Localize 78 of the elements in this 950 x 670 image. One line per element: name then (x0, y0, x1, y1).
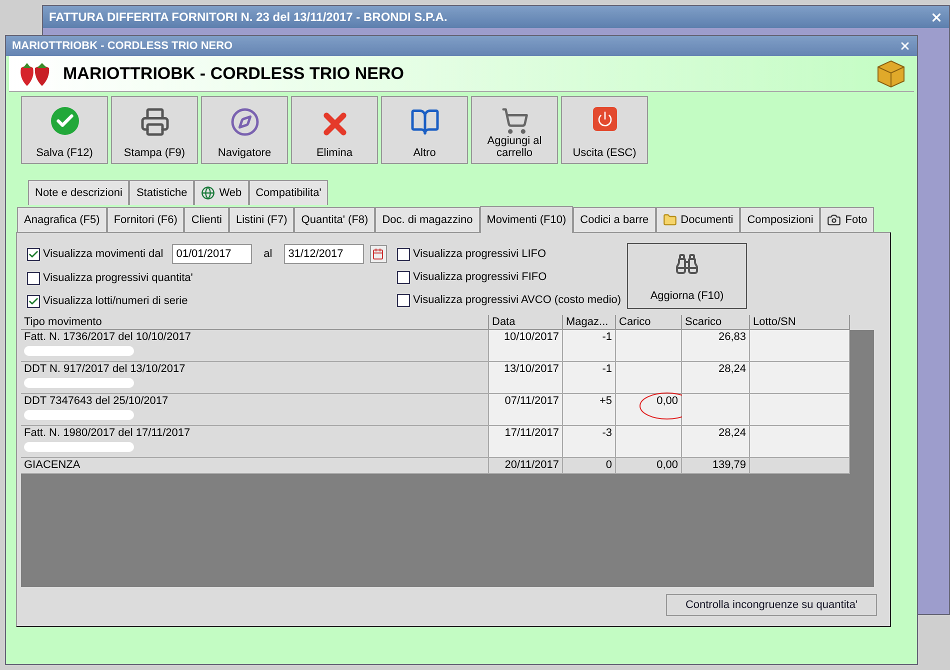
folder-icon (662, 213, 677, 227)
calendar-button[interactable] (370, 245, 387, 263)
toolbar-button[interactable]: Salva (F12) (21, 96, 108, 164)
refresh-button[interactable]: Aggiorna (F10) (627, 243, 747, 309)
compass-icon (230, 107, 260, 137)
toolbar-button[interactable]: Navigatore (201, 96, 288, 164)
checkbox[interactable] (27, 272, 40, 284)
table-cell: 28,24 (682, 426, 750, 458)
tab[interactable]: Clienti (184, 207, 229, 232)
check-icon (50, 107, 78, 135)
printer-icon (140, 107, 170, 137)
checkbox[interactable] (27, 248, 40, 260)
date-label: al (264, 246, 272, 262)
date-field[interactable]: 31/12/2017 (284, 244, 364, 264)
checkbox[interactable] (397, 248, 410, 260)
checkbox-label: Visualizza progressivi quantita' (43, 270, 193, 286)
table-cell: 26,83 (682, 330, 750, 362)
tab[interactable]: Compatibilita' (248, 180, 328, 205)
cell-text: DDT N. 917/2017 del 13/10/2017 (24, 362, 186, 377)
table-cell: 139,79 (682, 458, 750, 474)
table-cell: 0 (563, 458, 616, 474)
toolbar-button[interactable]: Uscita (ESC) (561, 96, 648, 164)
checkbox[interactable] (27, 294, 40, 308)
toolbar-button[interactable]: Stampa (F9) (111, 96, 198, 164)
tab[interactable]: Doc. di magazzino (375, 207, 480, 232)
table-cell: 20/11/2017 (489, 458, 563, 474)
cell-text: DDT 7347643 del 25/10/2017 (24, 394, 168, 409)
tab[interactable]: Note e descrizioni (28, 180, 130, 205)
window-title: MARIOTTRIOBK - CORDLESS TRIO NERO (12, 38, 233, 54)
table-cell: +5 (563, 394, 616, 426)
tab[interactable]: Composizioni (740, 207, 820, 232)
table-cell: 0,00 (616, 458, 682, 474)
power-icon (592, 107, 616, 131)
cart-icon (500, 107, 528, 135)
cube-icon (876, 58, 906, 88)
toolbar-button[interactable]: Altro (381, 96, 468, 164)
date-field[interactable]: 01/01/2017 (172, 244, 252, 264)
table-cell: 07/11/2017 (489, 394, 563, 426)
tab[interactable]: Statistiche (129, 180, 194, 205)
tab[interactable]: Quantita' (F8) (294, 207, 376, 232)
checkbox-label: Visualizza progressivi FIFO (413, 270, 547, 285)
tab[interactable]: Codici a barre (573, 207, 656, 232)
cell-text: Fatt. N. 1980/2017 del 17/11/2017 (24, 426, 190, 441)
checkbox-label: Visualizza progressivi AVCO (costo medio) (413, 292, 622, 308)
table-cell: GIACENZA (21, 458, 489, 474)
checkbox-label: Visualizza progressivi LIFO (413, 246, 546, 262)
checkbox[interactable] (397, 294, 410, 306)
table-cell: 13/10/2017 (489, 362, 563, 394)
table-cell: 10/10/2017 (489, 330, 563, 362)
cell-text: 0,00 (656, 394, 678, 409)
checkbox[interactable] (397, 270, 410, 284)
table-cell: -1 (563, 362, 616, 394)
checkbox-label: Visualizza lotti/numeri di serie (43, 294, 188, 309)
close-icon[interactable] (899, 40, 911, 52)
close-icon[interactable] (930, 10, 943, 24)
camera-icon (827, 213, 842, 227)
tab[interactable]: Movimenti (F10) (480, 206, 574, 233)
globe-icon (201, 186, 216, 200)
tab[interactable]: Web (194, 180, 249, 205)
check-button[interactable]: Controlla incongruenze su quantita' (666, 594, 877, 616)
toolbar-button[interactable]: Aggiungi al carrello (471, 96, 558, 164)
cell-text: Fatt. N. 1736/2017 del 10/10/2017 (24, 330, 191, 345)
tab[interactable]: Foto (820, 207, 874, 232)
calendar-icon (372, 248, 384, 260)
tab[interactable]: Listini (F7) (228, 207, 294, 232)
tab[interactable]: Anagrafica (F5) (17, 207, 107, 232)
table-cell: -3 (563, 426, 616, 458)
checkbox-label: Visualizza movimenti dal (43, 246, 164, 262)
tab[interactable]: Documenti (656, 207, 740, 232)
table-cell: 17/11/2017 (489, 426, 563, 458)
table-cell: -1 (563, 330, 616, 362)
window-heading: MARIOTTRIOBK - CORDLESS TRIO NERO (63, 62, 404, 85)
toolbar-button[interactable]: Elimina (291, 96, 378, 164)
tab[interactable]: Fornitori (F6) (106, 207, 184, 232)
binoculars-icon (675, 252, 699, 276)
book-icon (410, 107, 440, 137)
table-cell: 28,24 (682, 362, 750, 394)
window-title: FATTURA DIFFERITA FORNITORI N. 23 del 13/11/2017 - BRONDI S.P.A. (49, 9, 448, 26)
